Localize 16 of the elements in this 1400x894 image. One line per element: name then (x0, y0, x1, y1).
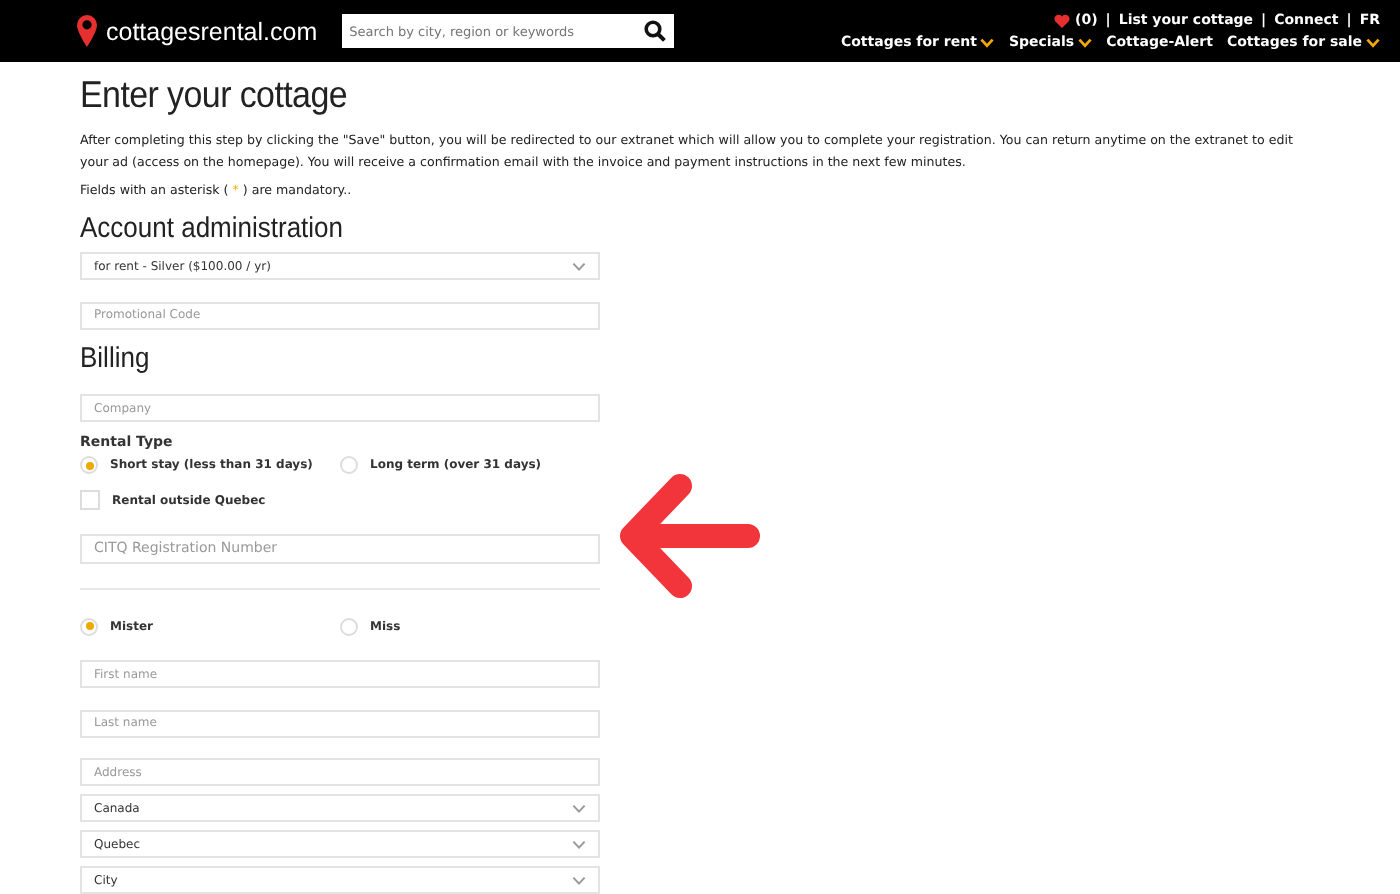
search-icon[interactable] (643, 20, 666, 42)
section-heading: Billing (80, 339, 152, 373)
chevron-down-icon (572, 839, 586, 849)
radio-button[interactable] (80, 456, 98, 474)
site-logo[interactable]: cottagesrental.com (106, 17, 318, 45)
checkbox[interactable] (80, 490, 100, 510)
heart-icon[interactable] (1053, 13, 1070, 27)
map-pin-icon (76, 14, 98, 48)
page-title: Enter your cottage (80, 74, 350, 118)
chevron-down-icon (572, 261, 586, 271)
radio-button[interactable] (340, 617, 358, 635)
section-heading: Account administration (80, 210, 346, 244)
chevron-down-icon (572, 803, 586, 813)
chevron-down-icon (572, 875, 586, 885)
radio-button[interactable] (340, 456, 358, 474)
radio-button[interactable] (80, 617, 98, 635)
